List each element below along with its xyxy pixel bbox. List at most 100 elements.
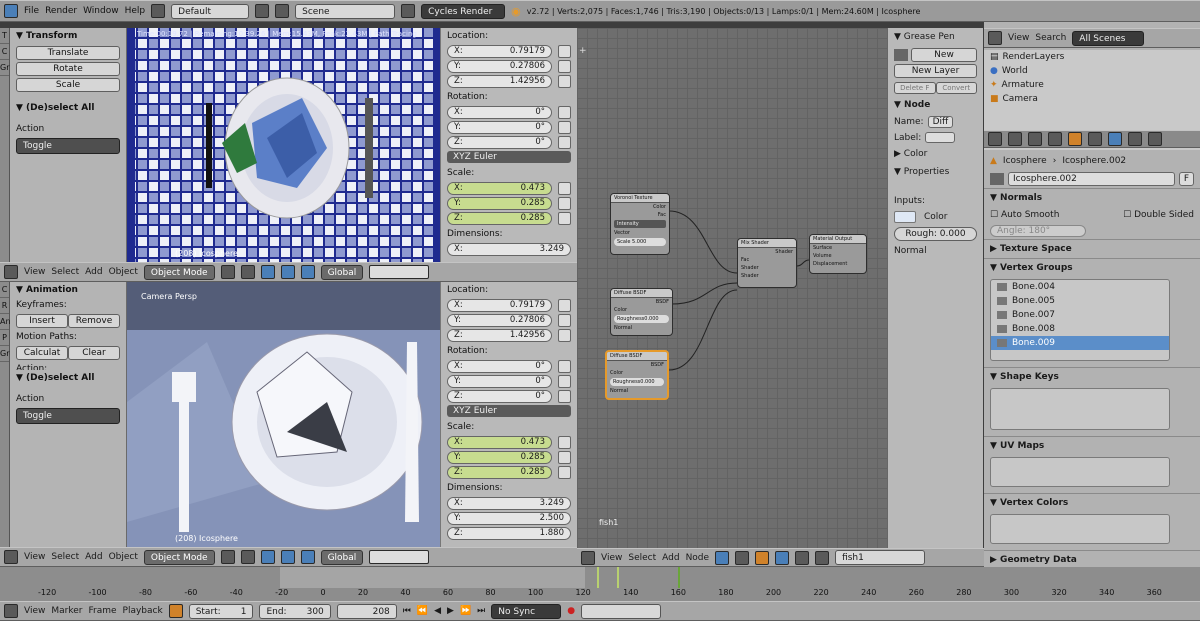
rot-y-field[interactable]: Y: 0°	[447, 120, 552, 134]
translate-button[interactable]: Translate	[16, 46, 120, 60]
color-swatch[interactable]	[894, 211, 916, 223]
orientation-select[interactable]: Global	[320, 264, 364, 280]
tab-grease[interactable]: Gre	[0, 346, 14, 362]
preview-range-icon[interactable]	[168, 604, 183, 618]
record-icon[interactable]: ●	[567, 606, 575, 616]
remove-keyframe-button[interactable]: Remove	[68, 314, 120, 328]
editor-type-icon[interactable]	[4, 4, 18, 18]
tab-tools[interactable]: T	[0, 28, 9, 44]
menu-node[interactable]: Node	[686, 553, 710, 563]
orientation-select[interactable]: Global	[320, 549, 364, 565]
rot-z-field[interactable]: Z: 0°	[447, 389, 552, 403]
mix-shader-node[interactable]: Mix Shader Shader Fac Shader Shader	[737, 238, 797, 288]
editor-type-icon[interactable]	[988, 31, 1002, 45]
diffuse-bsdf-node-1[interactable]: Diffuse BSDF BSDF Color Roughness0.000 N…	[610, 288, 673, 336]
menu-view[interactable]: View	[24, 552, 45, 562]
roughness-field[interactable]: Roughness0.000	[610, 378, 664, 386]
texture-nodes-icon[interactable]	[735, 550, 750, 565]
clear-button[interactable]: Clear	[68, 346, 120, 360]
grease-new-button[interactable]: New	[911, 48, 977, 62]
normals-header[interactable]: ▼ Normals	[984, 188, 1200, 207]
lock-icon[interactable]	[558, 211, 571, 225]
scene-icon[interactable]	[275, 4, 290, 18]
layers-icon[interactable]	[369, 550, 430, 564]
lock-icon[interactable]	[558, 450, 571, 464]
end-frame-field[interactable]: End: 300	[259, 603, 331, 619]
socket-bsdf[interactable]: BSDF	[611, 298, 672, 306]
render-tab-icon[interactable]	[988, 132, 1002, 146]
loc-x-field[interactable]: X: 0.79179	[447, 44, 552, 58]
start-frame-field[interactable]: Start: 1	[188, 603, 254, 619]
transform-header[interactable]: ▼ Transform	[10, 28, 126, 44]
loc-y-field[interactable]: Y: 0.27806	[447, 59, 552, 73]
angle-field[interactable]: Angle: 180°	[990, 225, 1086, 237]
mesh-data-tab-icon[interactable]	[1108, 132, 1122, 146]
socket-fac[interactable]: Fac	[738, 256, 796, 264]
scale-x-field[interactable]: X: 0.473	[447, 435, 552, 449]
outliner-item[interactable]: ✦ Armature	[984, 78, 1200, 92]
scale-field[interactable]: Scale 5.000	[614, 238, 666, 246]
uv-maps-header[interactable]: ▼ UV Maps	[984, 436, 1200, 455]
socket-fac[interactable]: Fac	[611, 211, 669, 219]
shading-icon[interactable]	[220, 550, 235, 564]
rot-x-field[interactable]: X: 0°	[447, 359, 552, 373]
scale-button[interactable]: Scale	[16, 78, 120, 92]
socket-normal[interactable]: Normal	[611, 324, 672, 332]
material-tab-icon[interactable]	[1128, 132, 1142, 146]
menu-frame[interactable]: Frame	[88, 606, 116, 616]
camera-viewport[interactable]: Camera Persp (208) Icosphere	[127, 282, 440, 547]
node-header[interactable]: ▼ Node	[888, 96, 983, 114]
rotation-mode-select[interactable]: XYZ Euler	[447, 405, 571, 417]
lock-icon[interactable]	[558, 44, 571, 58]
action-select[interactable]: Toggle	[16, 138, 120, 154]
list-item[interactable]: Bone.007	[991, 308, 1169, 322]
socket-color[interactable]: Color	[611, 306, 672, 314]
scene-add-icon[interactable]	[401, 4, 416, 18]
shader-nodes-icon[interactable]	[715, 550, 730, 565]
lock-icon[interactable]	[558, 59, 571, 73]
rotate-manipulator-icon[interactable]	[300, 550, 315, 564]
tab-grease[interactable]: Gr	[0, 60, 10, 76]
deselect-all-header[interactable]: ▼ (De)select All	[10, 370, 126, 386]
vertex-groups-list[interactable]: Bone.004 Bone.005 Bone.007 Bone.008 Bone…	[990, 279, 1170, 361]
object-tab-icon[interactable]	[1068, 132, 1082, 146]
outliner-item[interactable]: ■ Camera	[984, 92, 1200, 106]
compositing-nodes-icon[interactable]	[755, 550, 770, 565]
sync-select[interactable]: No Sync	[491, 603, 562, 619]
socket-shader-2[interactable]: Shader	[738, 272, 796, 280]
rotate-button[interactable]: Rotate	[16, 62, 120, 76]
socket-bsdf[interactable]: BSDF	[607, 361, 667, 369]
calculate-button[interactable]: Calculat	[16, 346, 68, 360]
mode-select[interactable]: Object Mode	[143, 549, 215, 565]
loc-z-field[interactable]: Z: 1.42956	[447, 74, 552, 88]
lock-icon[interactable]	[558, 465, 571, 479]
list-item[interactable]: Bone.004	[991, 280, 1169, 294]
tab-create[interactable]: C	[0, 282, 9, 298]
rotation-mode-select[interactable]: XYZ Euler	[447, 151, 571, 163]
lock-icon[interactable]	[558, 313, 571, 327]
list-item[interactable]: Bone.008	[991, 322, 1169, 336]
properties-section[interactable]: ▼ Properties	[888, 163, 983, 181]
rot-y-field[interactable]: Y: 0°	[447, 374, 552, 388]
pivot-icon[interactable]	[240, 265, 255, 279]
menu-add[interactable]: Add	[85, 267, 102, 277]
scale-y-field[interactable]: Y: 0.285	[447, 450, 552, 464]
scene-tab-icon[interactable]	[1028, 132, 1042, 146]
translate-manipulator-icon[interactable]	[280, 550, 295, 564]
node-add-icon[interactable]: +	[579, 46, 587, 56]
outliner-item[interactable]: ▤ RenderLayers	[984, 50, 1200, 64]
double-sided-checkbox[interactable]: ☐ Double Sided	[1123, 210, 1194, 220]
jump-end-icon[interactable]: ⏭	[477, 606, 485, 616]
keyframe-marker[interactable]	[597, 567, 599, 588]
manipulator-icon[interactable]	[260, 550, 275, 564]
breadcrumb-object[interactable]: Icosphere	[1003, 156, 1047, 166]
grease-pencil-header[interactable]: ▼ Grease Pen	[888, 28, 983, 46]
menu-select[interactable]: Select	[51, 267, 79, 277]
loc-y-field[interactable]: Y: 0.27806	[447, 313, 552, 327]
tab-create[interactable]: C	[0, 44, 9, 60]
uv-maps-list[interactable]	[990, 457, 1170, 487]
keyframe-marker[interactable]	[617, 567, 619, 588]
vertex-groups-header[interactable]: ▼ Vertex Groups	[984, 258, 1200, 277]
menu-playback[interactable]: Playback	[123, 606, 163, 616]
socket-volume[interactable]: Volume	[810, 252, 866, 260]
